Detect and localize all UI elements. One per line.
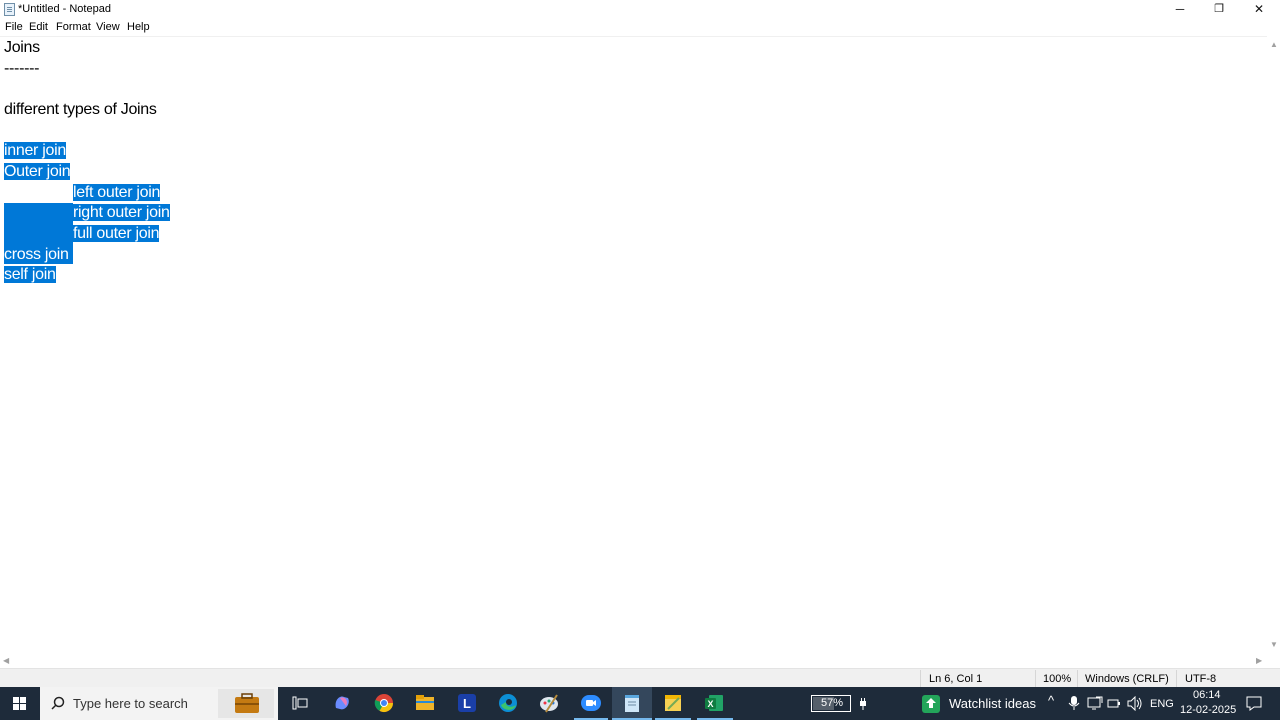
scroll-down-icon[interactable]: ▼ [1270, 640, 1278, 649]
notepad-taskbar-icon[interactable] [621, 692, 643, 714]
status-divider [1035, 670, 1036, 687]
edge-icon[interactable] [497, 692, 519, 714]
search-icon [51, 696, 65, 710]
text-line: different types of Joins [4, 101, 157, 118]
svg-text:L: L [463, 696, 471, 711]
l-app-icon[interactable]: L [456, 692, 478, 714]
search-placeholder: Type here to search [73, 696, 188, 711]
scroll-left-icon[interactable]: ◀ [3, 656, 9, 665]
excel-icon[interactable]: X [703, 692, 725, 714]
notepad-icon [4, 3, 15, 16]
copilot-icon[interactable] [331, 692, 353, 714]
menu-file[interactable]: File [5, 21, 23, 33]
clock-time[interactable]: 06:14 [1193, 689, 1221, 701]
line-ending: Windows (CRLF) [1085, 673, 1169, 685]
selected-line: inner join [4, 142, 66, 159]
selected-line: self join [4, 266, 56, 283]
selection-highlight [4, 203, 73, 223]
menu-edit[interactable]: Edit [29, 21, 48, 33]
charging-plug-icon [860, 698, 866, 710]
window-title: *Untitled - Notepad [18, 3, 111, 15]
selected-line: right outer join [73, 204, 170, 221]
task-view-icon[interactable] [289, 692, 311, 714]
zoom-icon[interactable] [580, 692, 602, 714]
scroll-up-icon[interactable]: ▲ [1270, 40, 1278, 49]
horizontal-scrollbar[interactable]: ◀ ▶ [0, 654, 1267, 667]
selected-line: Outer join [4, 163, 71, 180]
restore-button[interactable]: ❐ [1200, 0, 1238, 19]
status-bar: Ln 6, Col 1 100% Windows (CRLF) UTF-8 [0, 668, 1280, 688]
menu-view[interactable]: View [96, 21, 120, 33]
briefcase-icon[interactable] [218, 689, 274, 718]
microphone-icon[interactable] [1068, 696, 1080, 711]
zoom-level: 100% [1043, 673, 1072, 685]
sticky-notes-icon[interactable] [662, 692, 684, 714]
windows-icon [13, 697, 26, 710]
selection-highlight [4, 223, 73, 244]
close-button[interactable]: ✕ [1240, 0, 1278, 19]
menu-format[interactable]: Format [56, 21, 91, 33]
status-divider [920, 670, 921, 687]
menu-help[interactable]: Help [127, 21, 150, 33]
vertical-scrollbar[interactable]: ▲ ▼ [1267, 36, 1280, 654]
text-editor[interactable]: Joins ------- different types of Joins i… [0, 36, 1267, 655]
text-line: Joins [4, 39, 40, 56]
paint-icon[interactable] [538, 692, 560, 714]
scroll-right-icon[interactable]: ▶ [1256, 656, 1262, 665]
text-line: ------- [4, 60, 40, 77]
encoding: UTF-8 [1185, 673, 1217, 685]
taskbar: Type here to search L X 57% Watchlist id… [0, 687, 1280, 720]
volume-icon[interactable] [1127, 696, 1143, 711]
network-icon[interactable] [1087, 696, 1103, 711]
status-divider [1077, 670, 1078, 687]
title-bar: *Untitled - Notepad ─ ❐ ✕ [0, 0, 1280, 19]
cursor-position: Ln 6, Col 1 [929, 673, 983, 685]
stocks-widget-icon[interactable] [922, 695, 940, 713]
notification-icon[interactable] [1245, 695, 1263, 712]
minimize-button[interactable]: ─ [1161, 0, 1199, 19]
clock-date[interactable]: 12-02-2025 [1180, 704, 1236, 716]
file-explorer-icon[interactable] [414, 692, 436, 714]
battery-icon[interactable]: 57% [811, 695, 851, 712]
watchlist-widget[interactable]: Watchlist ideas [949, 696, 1036, 711]
selected-line: left outer join [73, 184, 161, 201]
menu-bar: File Edit Format View Help [0, 19, 1280, 36]
status-divider [1176, 670, 1177, 687]
language-indicator[interactable]: ENG [1150, 698, 1174, 710]
battery-percent: 57% [821, 697, 844, 709]
selected-line: full outer join [73, 225, 160, 242]
selected-line: cross join [4, 246, 69, 263]
chrome-icon[interactable] [373, 692, 395, 714]
power-icon[interactable] [1107, 696, 1123, 711]
chevron-up-icon[interactable]: ^ [1048, 693, 1054, 708]
start-button[interactable] [0, 687, 40, 720]
taskbar-search[interactable]: Type here to search [40, 687, 278, 720]
svg-text:X: X [708, 699, 714, 709]
